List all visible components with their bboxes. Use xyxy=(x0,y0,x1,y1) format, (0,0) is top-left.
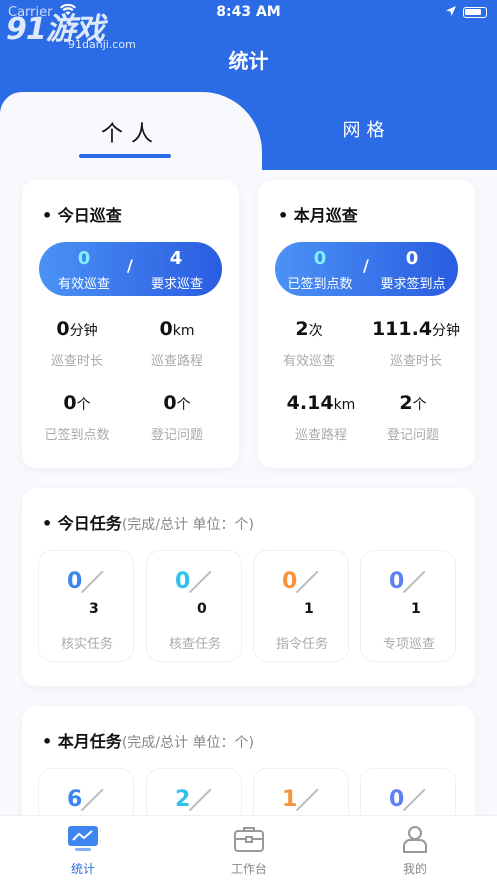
task-inspect[interactable]: 0 0 核查任务 xyxy=(146,550,242,662)
task-command[interactable]: 0 1 指令任务 xyxy=(253,550,349,662)
watermark-logo: 91游戏 91danji.com xyxy=(6,4,136,51)
tab-grid[interactable]: 网格 xyxy=(236,102,497,160)
tabbar-mine[interactable]: 我的 xyxy=(332,816,497,883)
stat-duration: 0分钟 巡查时长 xyxy=(50,318,103,369)
stat-issues: 2个 登记问题 xyxy=(386,392,439,443)
stat-duration: 111.4分钟 巡查时长 xyxy=(371,318,461,369)
tab-personal-label: 个人 xyxy=(100,122,161,147)
month-patrol-summary: 0 已签到点数 / 0 要求签到点 xyxy=(275,242,458,296)
page-title: 统计 xyxy=(228,49,269,73)
tabbar-mine-label: 我的 xyxy=(402,862,427,876)
chart-icon xyxy=(67,824,99,858)
stat-valid-patrols: 2次 有效巡查 xyxy=(282,318,335,369)
stat-checkins: 0个 已签到点数 xyxy=(44,392,110,443)
today-patrol-card: • 今日巡查 0 有效巡查 / 4 要求巡查 0分钟 巡查时长 0km 巡查路程… xyxy=(22,180,239,468)
checked-in-value: 0 xyxy=(313,248,327,269)
bottom-tab-bar: 统计 工作台 我的 xyxy=(0,815,497,883)
required-patrol-label: 要求巡查 xyxy=(150,277,203,292)
battery-icon xyxy=(463,7,487,18)
card-title: • 今日任务(完成/总计 单位：个) xyxy=(42,514,254,533)
today-patrol-summary: 0 有效巡查 / 4 要求巡查 xyxy=(39,242,222,296)
stat-distance: 0km 巡查路程 xyxy=(150,318,203,369)
header: Carrier 8:43 AM 91游戏 91danji.com 统计 网格 个… xyxy=(0,0,497,170)
tabbar-statistics-label: 统计 xyxy=(70,862,95,876)
stat-distance: 4.14km 巡查路程 xyxy=(286,392,356,443)
tabbar-workbench-label: 工作台 xyxy=(230,862,267,876)
card-title: • 本月巡查 xyxy=(278,206,358,225)
valid-patrol-value: 0 xyxy=(77,248,91,269)
tabbar-workbench[interactable]: 工作台 xyxy=(166,816,332,883)
valid-patrol-label: 有效巡查 xyxy=(57,277,110,292)
month-patrol-card: • 本月巡查 0 已签到点数 / 0 要求签到点 2次 有效巡查 111.4分钟… xyxy=(258,180,475,468)
user-icon xyxy=(399,824,431,858)
tab-active-indicator xyxy=(79,154,171,158)
location-arrow-icon xyxy=(445,5,457,21)
stat-issues: 0个 登记问题 xyxy=(150,392,203,443)
required-checkin-value: 0 xyxy=(405,248,419,269)
briefcase-icon xyxy=(233,824,265,858)
card-title: • 本月任务(完成/总计 单位：个) xyxy=(42,732,254,751)
content: • 今日巡查 0 有效巡查 / 4 要求巡查 0分钟 巡查时长 0km 巡查路程… xyxy=(0,170,497,880)
required-patrol-value: 4 xyxy=(169,248,183,269)
task-special[interactable]: 0 1 专项巡查 xyxy=(360,550,456,662)
today-tasks-card: • 今日任务(完成/总计 单位：个) 0 3 核实任务 0 0 核查任务 0 1 指令… xyxy=(22,488,475,686)
tabbar-statistics[interactable]: 统计 xyxy=(0,816,166,883)
card-title: • 今日巡查 xyxy=(42,206,122,225)
checked-in-label: 已签到点数 xyxy=(287,277,353,292)
required-checkin-label: 要求签到点 xyxy=(380,277,446,292)
tab-personal[interactable]: 个人 xyxy=(0,92,262,170)
task-verify[interactable]: 0 3 核实任务 xyxy=(38,550,134,662)
